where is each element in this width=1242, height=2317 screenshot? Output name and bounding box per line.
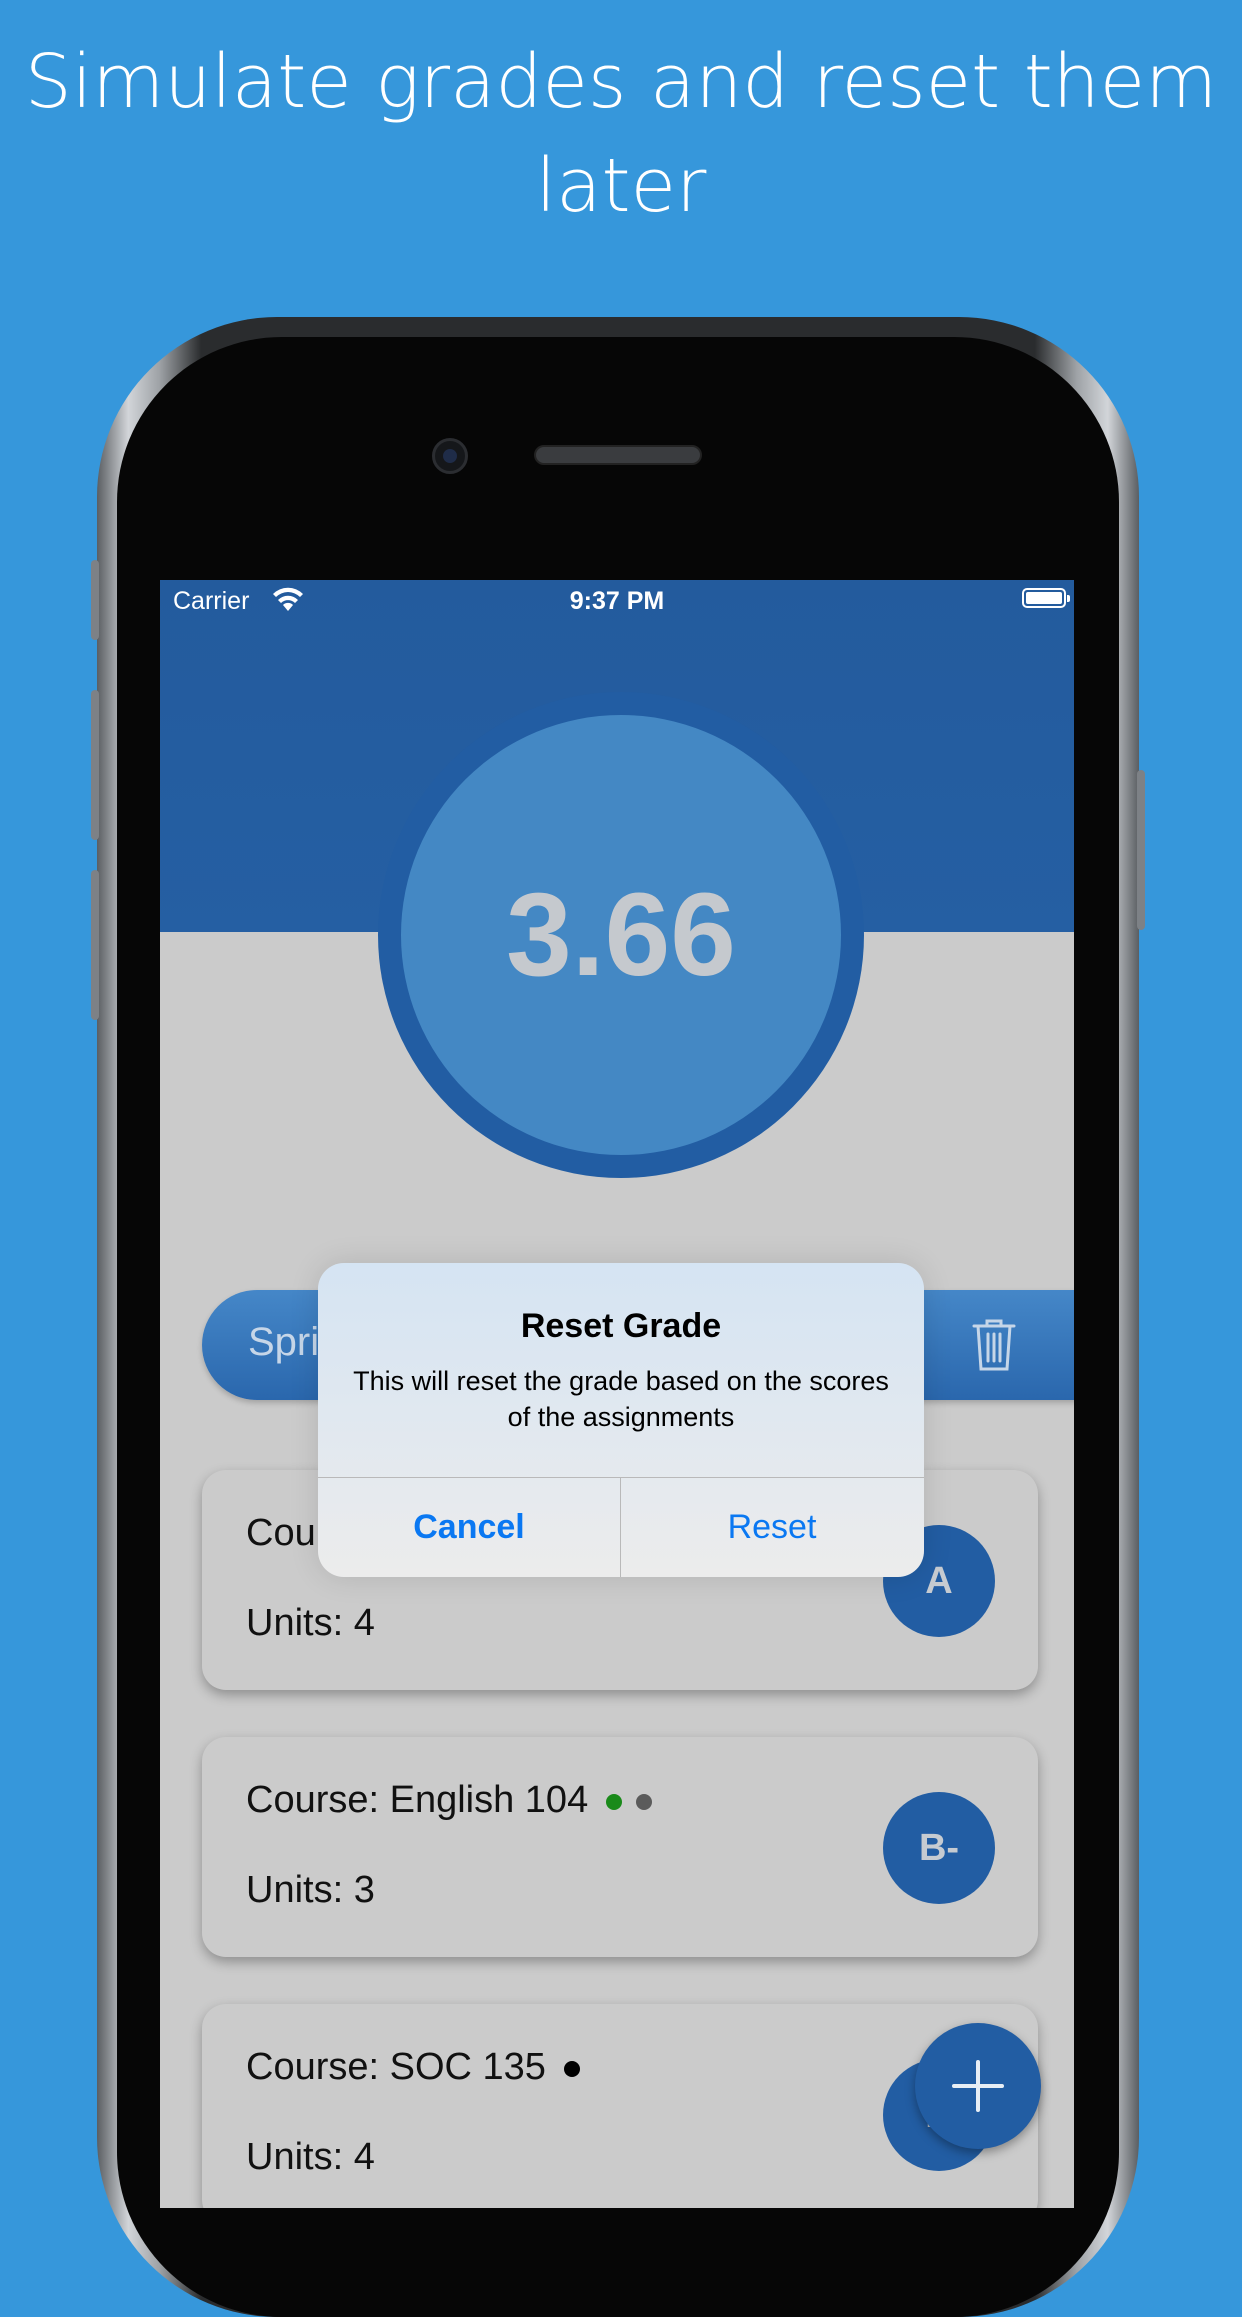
reset-button[interactable]: Reset bbox=[621, 1477, 923, 1577]
front-camera bbox=[432, 438, 468, 474]
earpiece-speaker bbox=[534, 445, 702, 465]
phone-power-button bbox=[1137, 770, 1145, 930]
reset-grade-dialog: Reset Grade This will reset the grade ba… bbox=[318, 1263, 924, 1577]
dialog-title: Reset Grade bbox=[520, 1307, 722, 1345]
phone-volume-down bbox=[91, 870, 99, 1020]
phone-side-button bbox=[91, 560, 99, 640]
cancel-button[interactable]: Cancel bbox=[318, 1477, 620, 1577]
headline: Simulate grades and reset them later bbox=[24, 39, 1218, 229]
app-screen: Carrier 9:37 PM 3.66 Spring 2020 bbox=[160, 580, 1074, 2208]
dialog-message: This will reset the grade based on the s… bbox=[353, 1366, 889, 1432]
phone-volume-up bbox=[91, 690, 99, 840]
